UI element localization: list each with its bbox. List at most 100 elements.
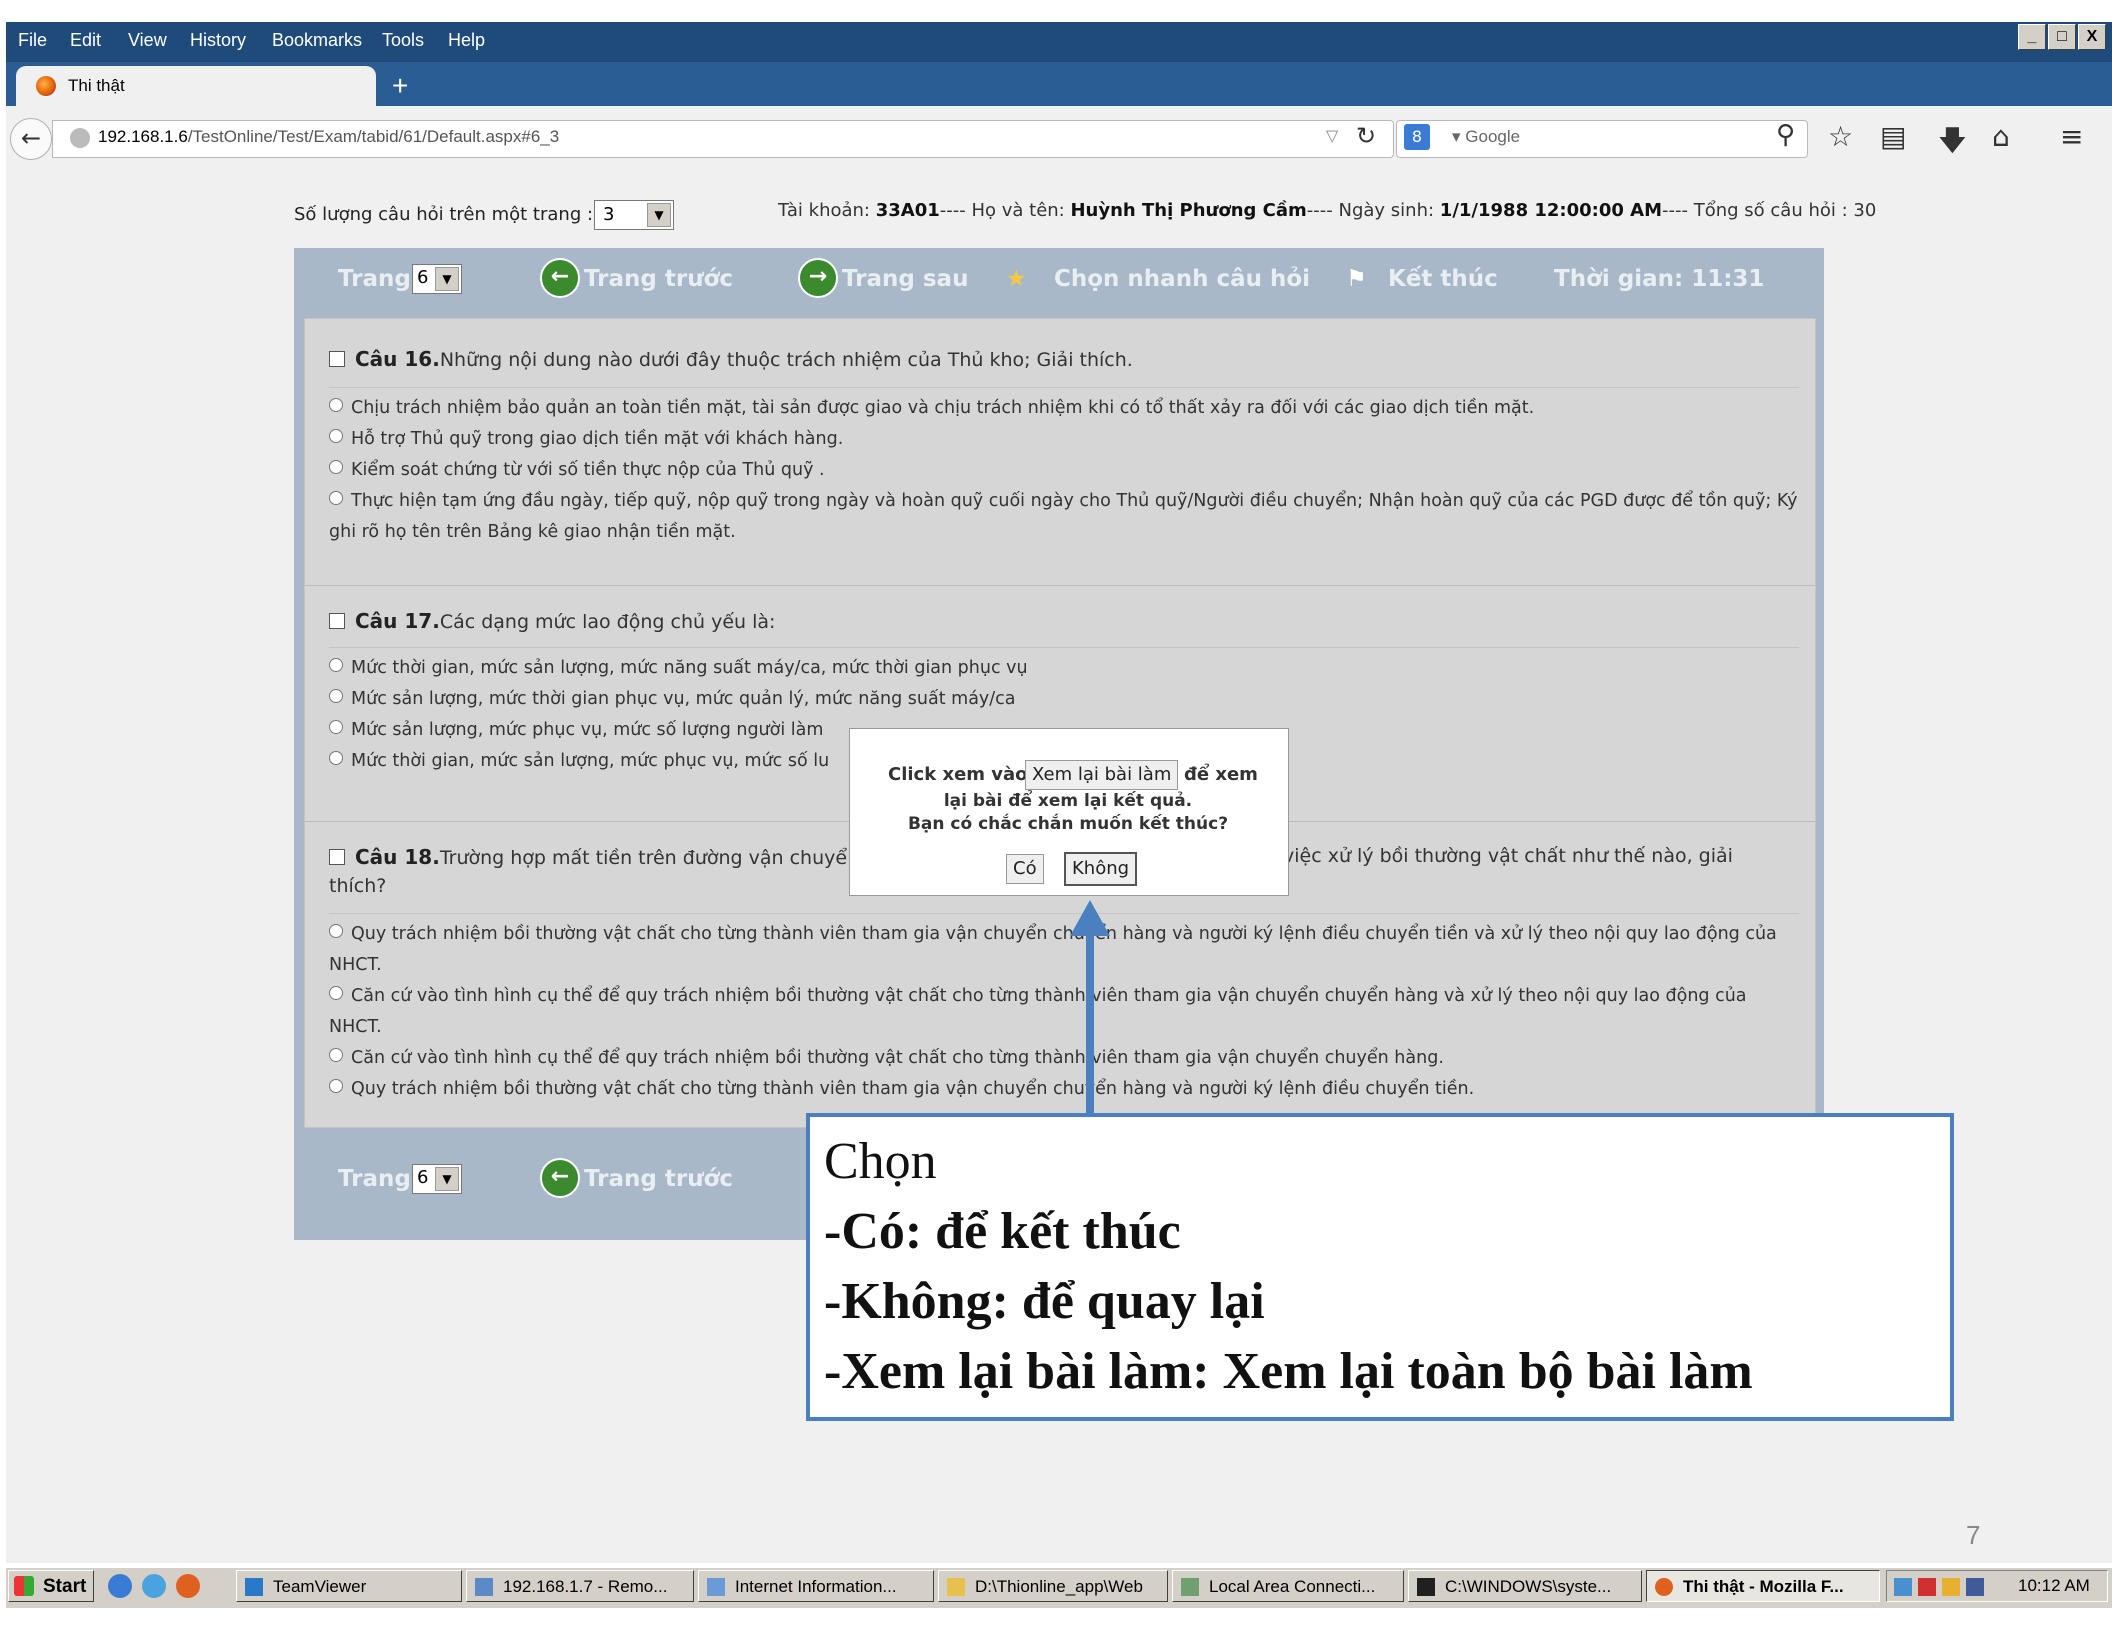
answer-option[interactable]: Kiểm soát chứng từ với số tiền thực nộp … [329, 455, 1799, 486]
page-select[interactable]: 6 ▼ [412, 264, 462, 294]
prev-arrow-icon[interactable]: ← [540, 258, 580, 298]
home-icon[interactable]: ⌂ [1992, 120, 2010, 153]
question-title: Câu 18.Trường hợp mất tiền trên đường vậ… [329, 845, 847, 869]
prev-arrow-icon[interactable]: ← [540, 1158, 580, 1198]
dialog-text: lại bài để xem lại kết quả. [943, 791, 1193, 811]
url-path: /TestOnline/Test/Exam/tabid/61/Default.a… [187, 127, 560, 146]
annotation-arrow [1086, 930, 1094, 1126]
tray-language-icon[interactable] [1966, 1578, 1984, 1596]
next-page-button[interactable]: Trang sau [842, 266, 968, 292]
ie-icon[interactable] [142, 1574, 166, 1598]
taskbar-item[interactable]: Local Area Connecti... [1172, 1570, 1404, 1602]
chevron-down-icon[interactable]: ▼ [647, 203, 671, 227]
taskbar-item[interactable]: 192.168.1.7 - Remo... [466, 1570, 694, 1602]
maximize-button[interactable]: □ [2048, 24, 2076, 50]
page-label: Trang [338, 1166, 411, 1192]
radio-button [329, 720, 343, 734]
search-engine-icon[interactable]: 8 [1404, 124, 1430, 150]
reading-list-icon[interactable]: ▤ [1880, 120, 1906, 153]
quick-select-button[interactable]: Chọn nhanh câu hỏi [1054, 266, 1310, 292]
per-page-value: 3 [603, 204, 615, 225]
taskbar-item[interactable]: D:\Thionline_app\Web [938, 1570, 1168, 1602]
question-checkbox[interactable] [329, 849, 345, 865]
callout-line: -Xem lại bài làm: Xem lại toàn bộ bài là… [824, 1343, 1753, 1400]
menu-icon[interactable]: ≡ [2060, 120, 2083, 153]
page-select[interactable]: 6 ▼ [412, 1164, 462, 1194]
answer-option[interactable]: Căn cứ vào tình hình cụ thể để quy trách… [329, 981, 1799, 1043]
tab-title: Thi thật [68, 76, 125, 95]
close-button[interactable]: X [2078, 24, 2106, 50]
radio-button [329, 658, 343, 672]
question-checkbox[interactable] [329, 351, 345, 367]
new-tab-button[interactable]: + [392, 70, 408, 102]
menu-file[interactable]: File [18, 30, 47, 51]
dialog-text: Click xem vào [888, 764, 1028, 785]
back-arrow-icon: ← [20, 124, 42, 152]
tray-network-icon[interactable] [1894, 1578, 1912, 1596]
no-button[interactable]: Không [1064, 852, 1138, 886]
account-info: Tài khoản: 33A01---- Họ và tên: Huỳnh Th… [778, 200, 1877, 221]
taskbar-item[interactable]: C:\WINDOWS\syste... [1408, 1570, 1642, 1602]
menu-view[interactable]: View [128, 30, 167, 51]
menu-tools[interactable]: Tools [382, 30, 424, 51]
taskbar-item[interactable]: TeamViewer [236, 1570, 462, 1602]
radio-button [329, 1079, 343, 1093]
quick-select-icon[interactable]: ★ [1006, 266, 1027, 292]
radio-button [329, 491, 343, 505]
tray-security-icon[interactable] [1942, 1578, 1960, 1596]
menu-bookmarks[interactable]: Bookmarks [272, 30, 362, 51]
answer-option[interactable]: Chịu trách nhiệm bảo quản an toàn tiền m… [329, 393, 1799, 424]
question-checkbox[interactable] [329, 613, 345, 629]
radio-button [329, 460, 343, 474]
finish-flag-icon[interactable]: ⚑ [1346, 266, 1367, 292]
site-identity-icon[interactable] [70, 128, 90, 148]
answer-option[interactable]: Căn cứ vào tình hình cụ thể để quy trách… [329, 1043, 1799, 1074]
dialog-text: để xem [1184, 764, 1258, 785]
reload-icon[interactable]: ↻ [1356, 122, 1376, 150]
cmd-icon [1417, 1578, 1435, 1596]
tray-shield-icon[interactable] [1918, 1578, 1936, 1596]
page-label: Trang [338, 266, 411, 292]
answer-option[interactable]: Mức thời gian, mức sản lượng, mức năng s… [329, 653, 1799, 684]
folder-icon [947, 1578, 965, 1596]
menu-edit[interactable]: Edit [70, 30, 101, 51]
search-placeholder: ▾ Google [1452, 127, 1521, 146]
yes-button[interactable]: Có [1006, 854, 1044, 884]
prev-page-button[interactable]: Trang trước [584, 266, 733, 292]
back-button[interactable]: ← [10, 118, 52, 160]
radio-button [329, 429, 343, 443]
url-host: 192.168.1.6 [98, 127, 188, 146]
answer-option[interactable]: Quy trách nhiệm bồi thường vật chất cho … [329, 919, 1799, 981]
windows-logo-icon [14, 1576, 34, 1596]
minimize-button[interactable]: _ [2018, 24, 2046, 50]
menu-help[interactable]: Help [448, 30, 485, 51]
url-text: 192.168.1.6/TestOnline/Test/Exam/tabid/6… [98, 127, 559, 147]
answer-option[interactable]: Mức sản lượng, mức thời gian phục vụ, mứ… [329, 684, 1799, 715]
url-dropdown-icon[interactable]: ▽ [1326, 126, 1338, 145]
show-desktop-icon[interactable] [108, 1574, 132, 1598]
finish-button[interactable]: Kết thúc [1388, 266, 1498, 292]
radio-button [329, 398, 343, 412]
teamviewer-icon [245, 1578, 263, 1596]
radio-button [329, 689, 343, 703]
annotation-arrow-head [1070, 900, 1110, 936]
taskbar-item[interactable]: Internet Information... [698, 1570, 934, 1602]
prev-page-button[interactable]: Trang trước [584, 1166, 733, 1192]
answer-option[interactable]: Quy trách nhiệm bồi thường vật chất cho … [329, 1074, 1799, 1105]
answer-option[interactable]: Thực hiện tạm ứng đầu ngày, tiếp quỹ, nộ… [329, 486, 1799, 548]
review-button[interactable]: Xem lại bài làm [1025, 760, 1179, 790]
exam-nav-top: Trang 6 ▼ ← Trang trước → Trang sau ★ Chọ… [294, 248, 1824, 312]
menu-history[interactable]: History [190, 30, 246, 51]
chevron-down-icon: ▼ [435, 1167, 459, 1191]
download-icon[interactable]: 🡇 [1938, 120, 1967, 168]
answer-option[interactable]: Hỗ trợ Thủ quỹ trong giao dịch tiền mặt … [329, 424, 1799, 455]
taskbar-item-active[interactable]: Thi thật - Mozilla F... [1646, 1570, 1880, 1602]
next-arrow-icon[interactable]: → [798, 258, 838, 298]
chevron-down-icon: ▼ [435, 267, 459, 291]
firefox-icon [1655, 1578, 1673, 1596]
search-icon[interactable]: ⚲ [1776, 120, 1795, 150]
star-icon[interactable]: ☆ [1828, 120, 1853, 153]
radio-button [329, 1048, 343, 1062]
firefox-icon[interactable] [176, 1574, 200, 1598]
dialog-question: Bạn có chắc chắn muốn kết thúc? [907, 814, 1229, 834]
